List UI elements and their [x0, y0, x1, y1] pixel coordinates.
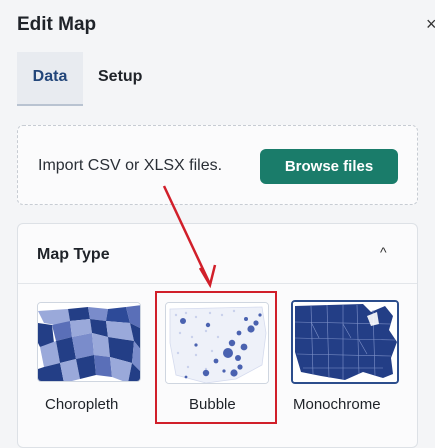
choropleth-option-label[interactable]: Choropleth: [45, 396, 118, 413]
monochrome-map-icon: [293, 302, 397, 382]
edit-map-panel: Edit Map × Data Setup Import CSV or XLSX…: [0, 0, 435, 448]
tab-setup[interactable]: Setup: [98, 52, 142, 106]
bubble-thumbnail[interactable]: [165, 302, 269, 384]
browse-files-button[interactable]: Browse files: [260, 149, 398, 184]
panel-header: Edit Map ×: [0, 0, 435, 52]
bubble-option-label[interactable]: Bubble: [189, 396, 236, 413]
choropleth-map-icon: [38, 303, 140, 381]
chevron-up-icon[interactable]: ^: [380, 244, 387, 260]
monochrome-option-label[interactable]: Monochrome: [293, 396, 381, 413]
import-instructions: Import CSV or XLSX files.: [38, 157, 223, 174]
close-icon[interactable]: ×: [426, 14, 435, 35]
tab-data[interactable]: Data: [17, 52, 83, 106]
map-type-label: Map Type: [37, 246, 110, 263]
file-import-dropzone[interactable]: Import CSV or XLSX files. Browse files: [17, 125, 418, 205]
choropleth-thumbnail[interactable]: [37, 302, 141, 382]
panel-title: Edit Map: [17, 14, 97, 35]
monochrome-thumbnail[interactable]: [291, 300, 399, 384]
tab-bar: Data Setup: [17, 52, 435, 106]
bubble-map-icon: [166, 303, 268, 383]
map-type-header[interactable]: Map Type ^: [18, 224, 417, 284]
